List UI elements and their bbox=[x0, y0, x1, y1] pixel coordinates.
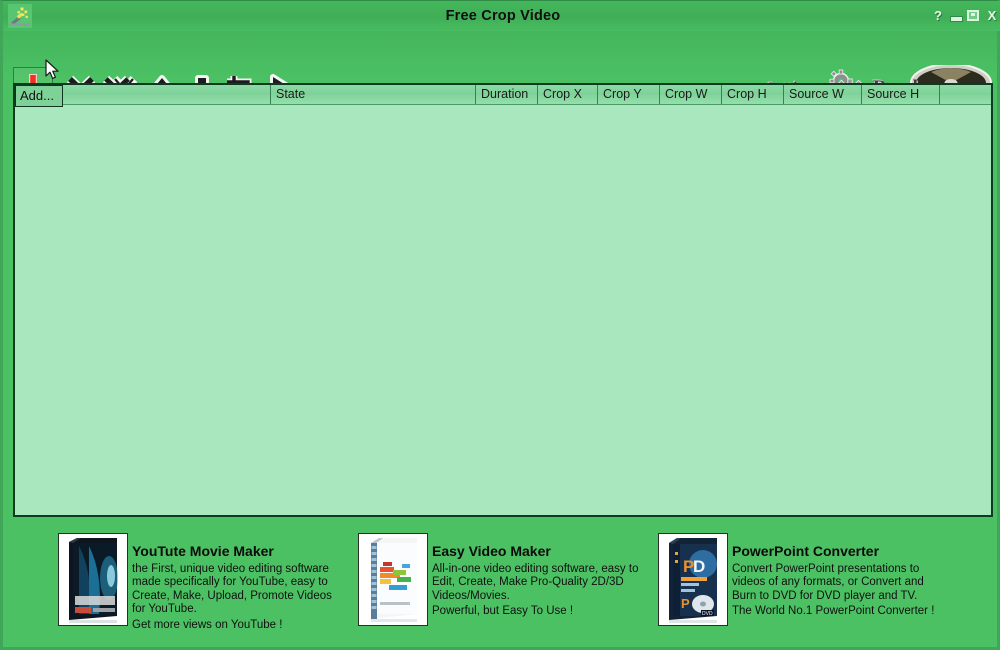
column-header-source-h[interactable]: Source H bbox=[861, 85, 939, 104]
ad-item[interactable]: YouTute Movie Maker the First, unique vi… bbox=[58, 533, 348, 633]
column-header-blank[interactable] bbox=[939, 85, 991, 104]
file-list-body[interactable] bbox=[15, 105, 991, 515]
column-header-state[interactable]: State bbox=[270, 85, 475, 104]
powerpoint-converter-box: P D P DVD bbox=[658, 533, 728, 626]
title-bar: Free Crop Video ? X bbox=[3, 1, 1000, 31]
ad-item[interactable]: P D P DVD PowerPoint Converter Convert P… bbox=[658, 533, 958, 633]
column-header-crop-w[interactable]: Crop W bbox=[659, 85, 719, 104]
add-button-tooltip: Add... bbox=[15, 85, 63, 107]
ad-title: YouTute Movie Maker bbox=[132, 543, 274, 559]
ad-tagline: Get more views on YouTube ! bbox=[132, 618, 283, 631]
promo-ads-strip: YouTute Movie Maker the First, unique vi… bbox=[3, 519, 1000, 648]
column-header-duration[interactable]: Duration bbox=[475, 85, 535, 104]
ad-tagline: The World No.1 PowerPoint Converter ! bbox=[732, 605, 935, 618]
ad-text-block: YouTute Movie Maker the First, unique vi… bbox=[132, 533, 348, 632]
easy-video-maker-box bbox=[358, 533, 428, 626]
close-button[interactable]: X bbox=[985, 9, 999, 23]
svg-text:DVD: DVD bbox=[702, 611, 713, 617]
maximize-icon bbox=[967, 10, 979, 21]
help-button[interactable]: ? bbox=[931, 9, 945, 23]
ad-description: All-in-one video editing software, easy … bbox=[432, 563, 639, 602]
ad-text-block: Easy Video Maker All-in-one video editin… bbox=[432, 533, 648, 619]
ad-item[interactable]: Easy Video Maker All-in-one video editin… bbox=[358, 533, 653, 633]
column-header-crop-y[interactable]: Crop Y bbox=[597, 85, 657, 104]
minimize-button[interactable] bbox=[949, 9, 963, 23]
youtube-movie-maker-box bbox=[58, 533, 128, 626]
column-header-source-w[interactable]: Source W bbox=[783, 85, 861, 104]
column-header-crop-x[interactable]: Crop X bbox=[537, 85, 595, 104]
ad-description: the First, unique video editing software… bbox=[132, 563, 332, 616]
application-window: Free Crop Video ? X State Duration Crop … bbox=[0, 0, 1000, 650]
column-header-row: FileStateDurationCrop XCrop YCrop WCrop … bbox=[15, 85, 991, 105]
column-header-crop-h[interactable]: Crop H bbox=[721, 85, 783, 104]
ad-tagline: Powerful, but Easy To Use ! bbox=[432, 605, 574, 618]
toolbar: Settings Render bbox=[3, 31, 1000, 109]
maximize-button[interactable] bbox=[966, 9, 980, 23]
ad-title: PowerPoint Converter bbox=[732, 543, 880, 559]
file-list-panel[interactable]: FileStateDurationCrop XCrop YCrop WCrop … bbox=[13, 83, 993, 517]
ad-title: Easy Video Maker bbox=[432, 543, 551, 559]
ad-text-block: PowerPoint Converter Convert PowerPoint … bbox=[732, 533, 948, 619]
svg-text:P: P bbox=[681, 596, 690, 611]
svg-text:D: D bbox=[693, 557, 705, 576]
minimize-icon bbox=[950, 16, 963, 22]
page-title: Free Crop Video bbox=[445, 8, 561, 24]
ad-description: Convert PowerPoint presentations to vide… bbox=[732, 563, 924, 602]
